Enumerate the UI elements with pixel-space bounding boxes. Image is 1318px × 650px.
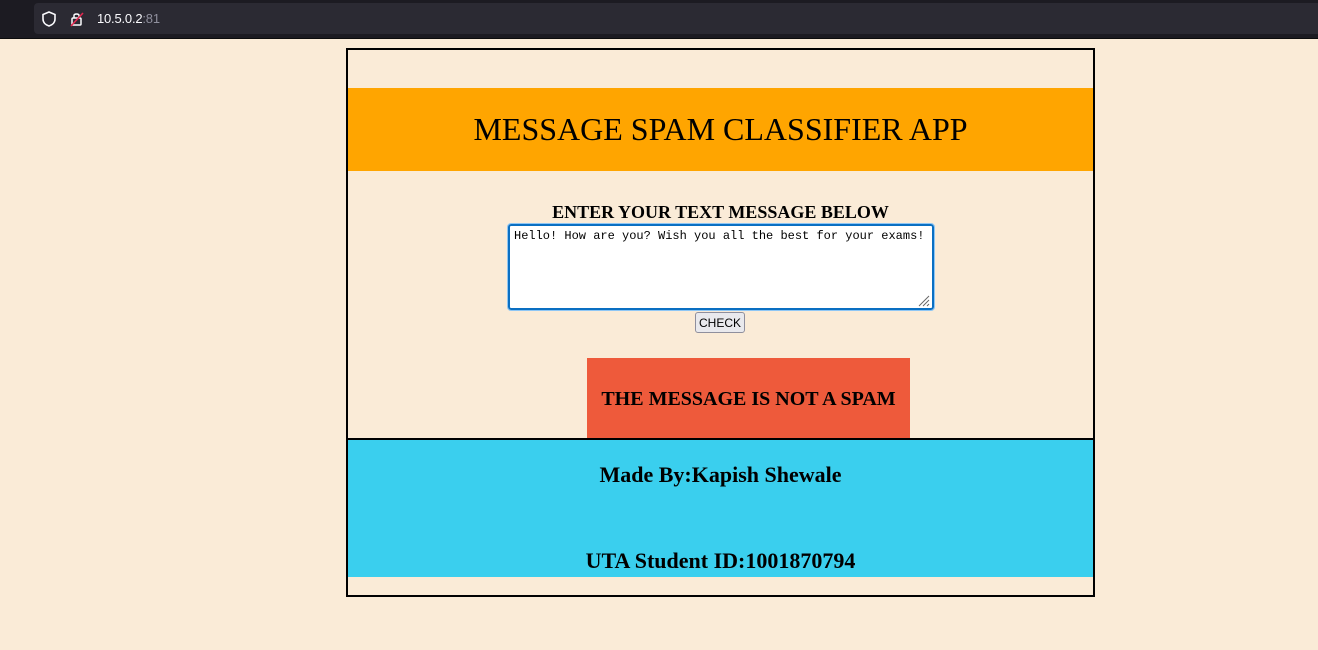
check-button[interactable]: CHECK <box>695 312 745 333</box>
app-header: MESSAGE SPAM CLASSIFIER APP <box>348 88 1093 171</box>
lock-icon[interactable] <box>68 10 86 28</box>
footer-author: Made By:Kapish Shewale <box>599 462 842 487</box>
result-banner: THE MESSAGE IS NOT A SPAM <box>587 358 910 440</box>
page-title: MESSAGE SPAM CLASSIFIER APP <box>473 111 968 147</box>
url-text[interactable]: 10.5.0.2:81 <box>97 11 160 26</box>
url-host: 10.5.0.2 <box>97 11 143 26</box>
message-input[interactable]: Hello! How are you? Wish you all the bes… <box>507 223 935 311</box>
result-text: THE MESSAGE IS NOT A SPAM <box>601 387 896 410</box>
footer: Made By:Kapish Shewale UTA Student ID:10… <box>348 438 1093 577</box>
shield-icon[interactable] <box>40 10 58 28</box>
app-container: MESSAGE SPAM CLASSIFIER APP ENTER YOUR T… <box>346 48 1095 597</box>
footer-student-id: UTA Student ID:1001870794 <box>585 548 856 573</box>
address-bar[interactable] <box>34 3 1318 34</box>
url-port: :81 <box>142 11 160 26</box>
browser-toolbar: 10.5.0.2:81 <box>0 0 1318 39</box>
message-prompt-label: ENTER YOUR TEXT MESSAGE BELOW <box>552 202 889 222</box>
